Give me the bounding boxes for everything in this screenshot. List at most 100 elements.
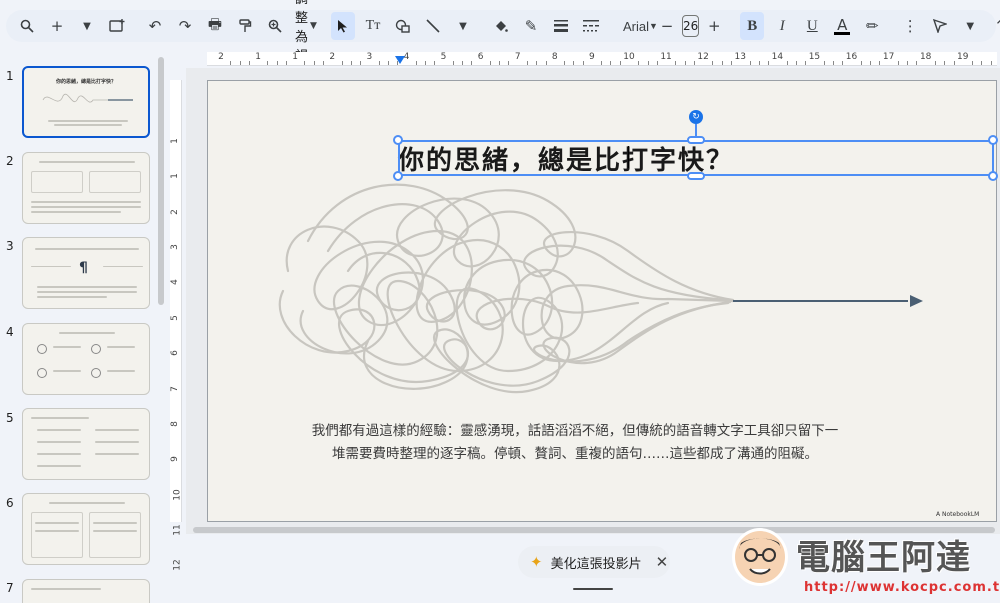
ruler-tick bbox=[832, 61, 834, 65]
more-options-icon[interactable]: ⋮ bbox=[898, 12, 922, 40]
slide-thumbnail-4[interactable] bbox=[22, 323, 150, 395]
slide-number: 5 bbox=[6, 411, 14, 425]
font-name: Arial bbox=[623, 18, 650, 34]
slide-body-text[interactable]: 我們都有過這樣的經驗：靈感湧現，話語滔滔不絕，但傳統的語音轉文字工具卻只留下一 … bbox=[300, 420, 850, 466]
text-box-icon[interactable]: Tт bbox=[361, 12, 385, 40]
ruler-tick bbox=[285, 61, 287, 65]
shape-icon[interactable] bbox=[391, 12, 415, 40]
bold-button[interactable]: B bbox=[740, 12, 765, 40]
thumb-box bbox=[89, 512, 141, 558]
ruler-tick bbox=[953, 61, 955, 65]
slide-number: 3 bbox=[6, 239, 14, 253]
ruler-tick bbox=[452, 61, 454, 65]
font-select[interactable]: Arial ▼ bbox=[617, 12, 658, 40]
chevron-down-icon[interactable]: ▼ bbox=[451, 12, 475, 40]
slide-thumbnail-5[interactable] bbox=[22, 408, 150, 480]
rotate-handle-icon[interactable]: ↻ bbox=[689, 110, 703, 124]
thumb-title-line bbox=[31, 417, 89, 419]
border-dash-icon[interactable] bbox=[579, 12, 603, 40]
resize-handle[interactable] bbox=[393, 171, 403, 181]
print-icon[interactable]: 🖶 bbox=[203, 12, 227, 40]
new-slide-icon[interactable] bbox=[105, 12, 129, 40]
collapse-toolbar-icon[interactable]: ⌃ bbox=[988, 12, 1000, 40]
thumb-title-line bbox=[49, 502, 125, 504]
thumb-text-line bbox=[107, 346, 135, 348]
slide-number: 6 bbox=[6, 496, 14, 510]
slide-number: 2 bbox=[6, 154, 14, 168]
ruler-tick bbox=[805, 61, 807, 65]
resize-handle[interactable] bbox=[687, 172, 705, 180]
vertical-ruler[interactable]: 1 1 2 3 4 5 6 7 8 9 10 11 12 bbox=[169, 80, 183, 571]
chevron-down-icon[interactable]: ▼ bbox=[958, 12, 982, 40]
ruler-label: 2 bbox=[218, 52, 224, 62]
thumb-text-line bbox=[37, 296, 107, 298]
undo-icon[interactable]: ↶ bbox=[143, 12, 167, 40]
ruler-tick bbox=[647, 61, 649, 65]
thumb-icon bbox=[91, 344, 101, 354]
notebooklm-credit: A NotebookLM bbox=[936, 511, 980, 518]
close-icon[interactable]: ✕ bbox=[656, 553, 669, 571]
ruler-tick bbox=[786, 61, 788, 65]
ruler-tick bbox=[304, 61, 306, 65]
ruler-tick bbox=[693, 61, 695, 65]
thumb-text-line bbox=[37, 291, 137, 293]
resize-handle[interactable] bbox=[988, 135, 998, 145]
resize-handle[interactable] bbox=[687, 136, 705, 144]
search-icon[interactable] bbox=[15, 12, 39, 40]
slide-thumbnail-1[interactable]: 你的思緒，總是比打字快？ bbox=[22, 66, 150, 138]
increase-font-size-icon[interactable]: + bbox=[702, 12, 726, 40]
beautify-slide-chip[interactable]: ✦ 美化這張投影片 ✕ bbox=[518, 546, 670, 578]
thumb-text-line bbox=[54, 124, 122, 126]
ruler-tick bbox=[471, 61, 473, 65]
ruler-tick bbox=[675, 61, 677, 65]
thumb-text-line bbox=[95, 441, 139, 443]
ruler-label: 5 bbox=[440, 52, 447, 62]
add-icon[interactable]: + bbox=[45, 12, 69, 40]
redo-icon[interactable]: ↷ bbox=[173, 12, 197, 40]
decrease-font-size-icon[interactable]: − bbox=[655, 12, 679, 40]
ruler-tick bbox=[508, 61, 510, 65]
line-icon[interactable] bbox=[421, 12, 445, 40]
slide-thumbnail-6[interactable] bbox=[22, 493, 150, 565]
thumb-text-line bbox=[48, 120, 128, 122]
zoom-icon[interactable] bbox=[263, 12, 287, 40]
horizontal-ruler[interactable]: 2 1 1 2 3 4 5 6 7 8 9 10 11 12 13 14 15 16 17 18 19 bbox=[207, 52, 997, 66]
italic-button[interactable]: I bbox=[770, 12, 794, 40]
ruler-tick bbox=[564, 61, 566, 65]
ruler-tick bbox=[684, 61, 686, 65]
select-tool-icon[interactable] bbox=[331, 12, 355, 40]
chevron-down-icon[interactable]: ▼ bbox=[75, 12, 99, 40]
ruler-tick bbox=[415, 61, 417, 65]
slide-thumbnail-7[interactable] bbox=[22, 579, 150, 603]
ruler-label: 9 bbox=[169, 456, 180, 463]
ruler-tick bbox=[823, 61, 825, 65]
fit-dropdown[interactable]: 調整為視 ▼ bbox=[293, 0, 317, 64]
underline-button[interactable]: U bbox=[800, 12, 824, 40]
resize-handle[interactable] bbox=[988, 171, 998, 181]
thumb-icon bbox=[37, 344, 47, 354]
thumb-text-line bbox=[93, 530, 137, 532]
ruler-tick bbox=[972, 61, 974, 65]
paint-format-icon[interactable] bbox=[233, 12, 257, 40]
fill-color-icon[interactable] bbox=[489, 12, 513, 40]
filmstrip-scrollbar[interactable] bbox=[158, 57, 164, 305]
highlight-icon[interactable]: ✏ bbox=[860, 12, 884, 40]
thumb-scribble bbox=[42, 93, 133, 103]
slide-thumbnail-3[interactable]: ¶ bbox=[22, 237, 150, 309]
slide-thumbnail-2[interactable] bbox=[22, 152, 150, 224]
ruler-tick bbox=[434, 61, 436, 65]
pointer-mode-icon[interactable] bbox=[928, 12, 952, 40]
ruler-label: 4 bbox=[403, 52, 410, 62]
border-weight-icon[interactable] bbox=[549, 12, 573, 40]
resize-handle[interactable] bbox=[393, 135, 403, 145]
thumb-text-line bbox=[35, 522, 79, 524]
thumb-text-line bbox=[31, 211, 121, 213]
border-color-icon[interactable]: ✎ bbox=[519, 12, 543, 40]
slide-number: 4 bbox=[6, 325, 14, 339]
ruler-tick bbox=[619, 61, 621, 65]
ruler-tick bbox=[730, 61, 732, 65]
font-size-input[interactable]: 26 bbox=[682, 15, 700, 37]
text-color-button[interactable]: A bbox=[830, 12, 854, 40]
ruler-label: 13 bbox=[734, 52, 746, 62]
slide-filmstrip: 1 你的思緒，總是比打字快？ 2 3 ¶ 4 5 6 7 bbox=[0, 55, 166, 603]
